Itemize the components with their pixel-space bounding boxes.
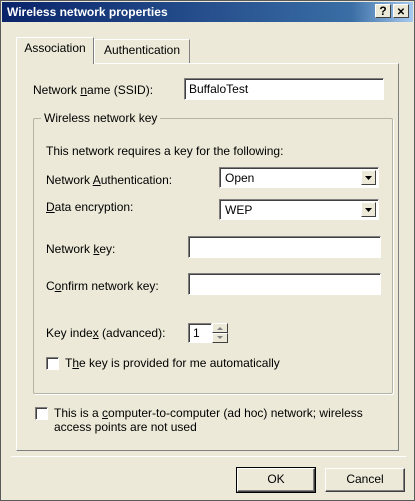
network-auth-value: Open [225, 171, 255, 185]
key-index-label: Key index (advanced): [46, 326, 166, 340]
help-button[interactable]: ? [375, 4, 391, 18]
wireless-key-group-title: Wireless network key [41, 110, 161, 126]
arrow-down-icon [217, 336, 223, 339]
cancel-button[interactable]: Cancel [325, 468, 405, 492]
title-bar[interactable]: Wireless network properties ? ✕ [2, 2, 413, 22]
data-encryption-label: Data encryption: [46, 200, 134, 214]
close-icon: ✕ [396, 7, 406, 18]
confirm-key-input[interactable] [188, 273, 381, 295]
chevron-down-icon [365, 176, 372, 180]
arrow-up-icon [217, 327, 223, 330]
tab-association[interactable]: Association [16, 37, 94, 64]
chevron-down-icon [365, 208, 372, 212]
window-title: Wireless network properties [7, 5, 168, 19]
network-auth-select[interactable]: Open [219, 167, 379, 188]
network-auth-label: Network Authentication: [46, 173, 173, 187]
confirm-key-label: Confirm network key: [46, 279, 159, 293]
tab-authentication[interactable]: Authentication [94, 39, 190, 63]
auto-key-label[interactable]: The key is provided for me automatically [65, 355, 280, 371]
spin-up-button[interactable] [212, 323, 228, 333]
data-encryption-select[interactable]: WEP [219, 199, 379, 220]
data-encryption-dropdown-button[interactable] [361, 202, 376, 217]
ok-button[interactable]: OK [236, 467, 316, 493]
bottom-separator [11, 456, 406, 457]
network-auth-dropdown-button[interactable] [361, 170, 376, 185]
data-encryption-value: WEP [225, 203, 253, 217]
network-name-input[interactable]: BuffaloTest [184, 78, 384, 100]
adhoc-label-line2[interactable]: access points are not used [54, 419, 197, 435]
network-key-input[interactable] [188, 236, 381, 258]
key-description: This network requires a key for the foll… [46, 144, 284, 158]
close-button[interactable]: ✕ [393, 4, 409, 18]
network-key-label: Network key: [46, 242, 116, 256]
auto-key-checkbox[interactable] [46, 357, 59, 370]
key-index-input[interactable]: 1 [188, 323, 212, 343]
key-index-spinner[interactable] [212, 323, 228, 343]
adhoc-checkbox[interactable] [35, 407, 48, 420]
dialog-window: Wireless network properties ? ✕ Associat… [0, 0, 415, 501]
spin-down-button[interactable] [212, 333, 228, 343]
network-name-label: Network name (SSID): [33, 83, 154, 97]
